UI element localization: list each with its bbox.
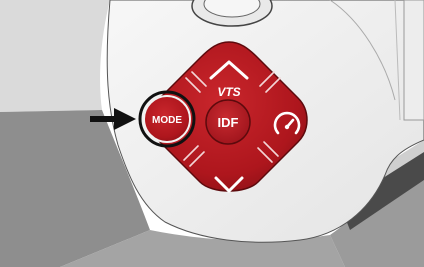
idf-button[interactable]: IDF — [205, 99, 251, 145]
mode-button[interactable]: MODE — [138, 90, 196, 148]
handlebar-control-illustration: VTS IDF MODE — [0, 0, 424, 267]
upper-left-panel — [0, 0, 110, 112]
idf-label: IDF — [218, 115, 239, 130]
control-pad-scene: VTS IDF MODE — [0, 0, 424, 267]
side-panel — [403, 0, 424, 121]
mode-label: MODE — [152, 115, 182, 126]
vts-label: VTS — [217, 85, 240, 99]
